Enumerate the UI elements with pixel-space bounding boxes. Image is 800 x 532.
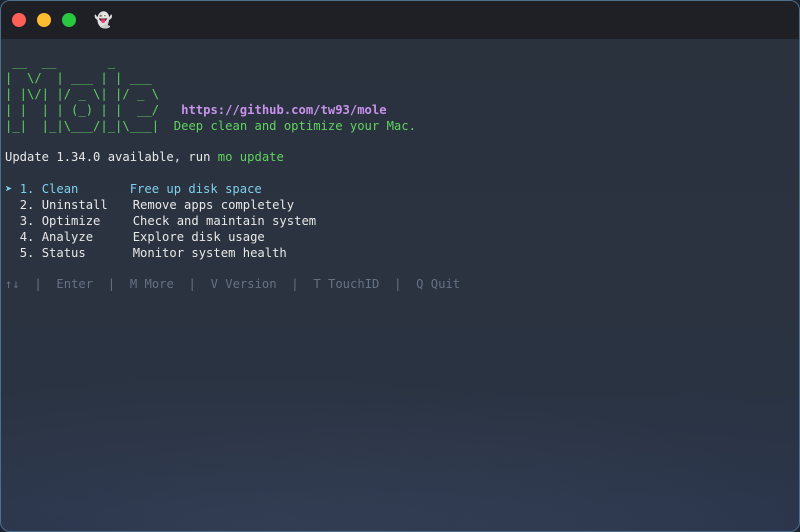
menu-item-description: Monitor system health <box>132 245 287 260</box>
tagline: Deep clean and optimize your Mac. <box>173 118 416 133</box>
version-hint[interactable]: V Version <box>211 277 277 291</box>
logo-line-with-tagline: |_| |_|\___/|_|\___| Deep clean and opti… <box>5 119 460 135</box>
repo-url-link[interactable]: https://github.com/tw93/mole <box>181 103 386 117</box>
quit-hint[interactable]: Q Quit <box>416 277 460 291</box>
update-command[interactable]: mo update <box>218 150 284 164</box>
update-notice: Update 1.34.0 available, run mo update <box>5 150 460 166</box>
logo-line: __ __ _ <box>5 55 116 69</box>
logo-line: | |\/| |/ _ \| |/ _ \ <box>5 87 460 103</box>
blurred-backdrop <box>1 371 799 531</box>
ghost-icon: 👻 <box>94 11 113 29</box>
menu-item-description: Explore disk usage <box>132 229 265 244</box>
more-hint[interactable]: M More <box>130 277 174 291</box>
arrow-keys-icon: ↑↓ <box>5 277 20 292</box>
menu-item-description: Remove apps completely <box>132 198 295 213</box>
menu-item-label: 1. Clean <box>19 182 79 197</box>
logo-art: |_| |_|\___/|_|\___| <box>5 118 160 133</box>
logo-art: | |\/| |/ _ \| |/ _ \ <box>5 86 160 101</box>
minimize-window-button[interactable] <box>37 13 51 27</box>
menu-item-uninstall[interactable]: 2. Uninstall Remove apps completely <box>5 198 460 214</box>
close-window-button[interactable] <box>12 13 26 27</box>
enter-hint[interactable]: Enter <box>56 277 93 291</box>
menu-item-label: 2. Uninstall <box>19 198 108 213</box>
update-text: Update 1.34.0 available, run <box>5 150 218 165</box>
terminal-window: 👻 __ __ _ | \/ | ___ | | ___ | |\/| |/ _… <box>0 0 800 532</box>
footer-separator: | <box>188 277 196 292</box>
logo-art: | | | | (_) | | __/ <box>5 102 160 117</box>
zoom-window-button[interactable] <box>62 13 76 27</box>
logo-line: | \/ | ___ | | ___ <box>5 70 152 85</box>
terminal-output[interactable]: __ __ _ | \/ | ___ | | ___ | |\/| |/ _ \… <box>5 55 460 293</box>
keybinding-footer: ↑↓ | Enter | M More | V Version | T Touc… <box>5 277 460 293</box>
menu-item-label: 5. Status <box>19 245 86 260</box>
menu-item-analyze[interactable]: 4. Analyze Explore disk usage <box>5 230 460 246</box>
menu-item-label: 4. Analyze <box>19 229 94 244</box>
touchid-hint[interactable]: T TouchID <box>313 277 379 291</box>
footer-separator: | <box>291 277 299 292</box>
menu-item-clean[interactable]: ➤ 1. Clean Free up disk space <box>5 182 460 198</box>
menu-item-label: 3. Optimize <box>19 213 101 228</box>
menu-item-description: Check and maintain system <box>132 213 317 228</box>
logo-line-with-url: | | | | (_) | | __/ https://github.com/t… <box>5 103 460 119</box>
menu-item-description: Free up disk space <box>129 182 262 197</box>
menu-item-status[interactable]: 5. Status Monitor system health <box>5 246 460 262</box>
menu-item-optimize[interactable]: 3. Optimize Check and maintain system <box>5 214 460 230</box>
title-bar: 👻 <box>1 1 799 39</box>
footer-separator: | <box>34 277 42 292</box>
